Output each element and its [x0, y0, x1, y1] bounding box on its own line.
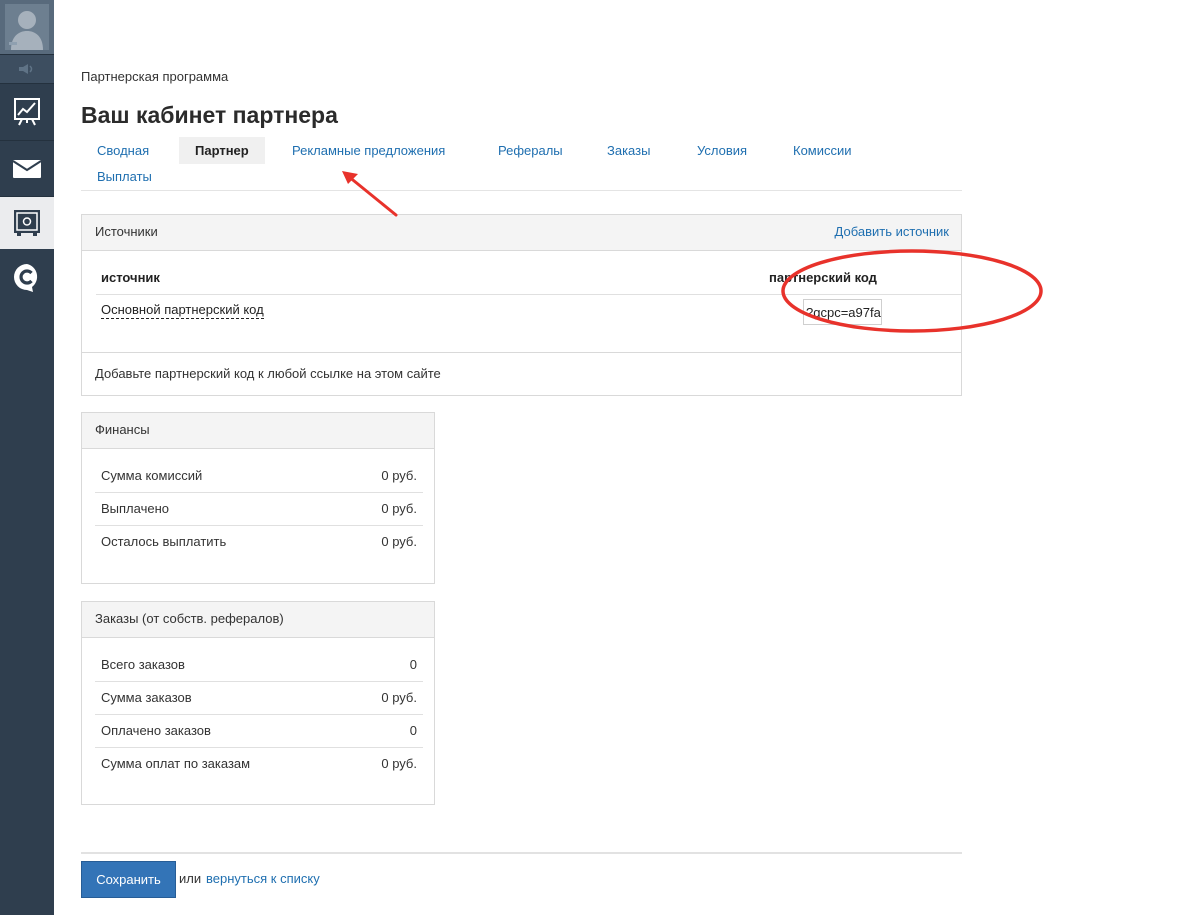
- user-avatar-icon[interactable]: [0, 0, 54, 54]
- form-footer-divider: [81, 852, 962, 854]
- column-header-source: источник: [101, 270, 160, 285]
- annotation-arrow-icon: [342, 171, 398, 217]
- finance-panel-header: Финансы: [82, 413, 434, 449]
- stat-row: Сумма заказов 0 руб.: [95, 682, 423, 715]
- add-source-link[interactable]: Добавить источник: [835, 215, 949, 249]
- stat-value: 0 руб.: [381, 468, 417, 483]
- stat-value: 0 руб.: [381, 690, 417, 705]
- stat-row: Осталось выплатить 0 руб.: [95, 526, 423, 559]
- stat-label: Сумма заказов: [101, 690, 192, 705]
- tab-bar: Сводная Партнер Рекламные предложения Ре…: [81, 136, 962, 191]
- orders-title: Заказы (от собств. рефералов): [95, 611, 284, 626]
- sound-icon[interactable]: [0, 54, 54, 84]
- stat-row: Выплачено 0 руб.: [95, 493, 423, 526]
- stat-label: Сумма оплат по заказам: [101, 756, 251, 771]
- or-text: или: [179, 871, 202, 886]
- breadcrumb[interactable]: Партнерская программа: [81, 69, 228, 84]
- left-sidebar: [0, 0, 54, 915]
- stat-row: Сумма комиссий 0 руб.: [95, 460, 423, 493]
- stat-label: Осталось выплатить: [101, 534, 227, 549]
- tab-conditions[interactable]: Условия: [681, 137, 763, 164]
- orders-panel-header: Заказы (от собств. рефералов): [82, 602, 434, 638]
- stat-label: Всего заказов: [101, 657, 185, 672]
- tab-summary[interactable]: Сводная: [81, 137, 165, 164]
- save-button[interactable]: Сохранить: [81, 861, 176, 898]
- finance-list: Сумма комиссий 0 руб. Выплачено 0 руб. О…: [95, 460, 423, 559]
- stat-value: 0 руб.: [381, 534, 417, 549]
- page-title: Ваш кабинет партнера: [81, 102, 338, 128]
- tab-ad-offers[interactable]: Рекламные предложения: [276, 137, 461, 164]
- tab-partner[interactable]: Партнер: [179, 137, 265, 164]
- stat-value: 0: [409, 723, 417, 738]
- stat-label: Сумма комиссий: [101, 468, 203, 483]
- back-to-list-link[interactable]: вернуться к списку: [206, 871, 320, 886]
- chart-board-icon[interactable]: [0, 84, 54, 141]
- mail-icon[interactable]: [0, 141, 54, 197]
- tab-referrals[interactable]: Рефералы: [482, 137, 579, 164]
- stat-row: Всего заказов 0: [95, 649, 423, 682]
- sources-panel-header: Источники Добавить источник: [82, 215, 961, 251]
- tab-orders[interactable]: Заказы: [591, 137, 666, 164]
- annotation-ellipse-icon: [781, 249, 1043, 333]
- source-name-main[interactable]: Основной партнерский код: [101, 302, 264, 319]
- c-logo-icon[interactable]: [0, 249, 54, 306]
- tab-commissions[interactable]: Комиссии: [777, 137, 868, 164]
- tab-payouts[interactable]: Выплаты: [81, 163, 168, 190]
- stat-label: Выплачено: [101, 501, 169, 516]
- sources-hint: Добавьте партнерский код к любой ссылке …: [82, 352, 961, 396]
- finance-panel: Финансы Сумма комиссий 0 руб. Выплачено …: [81, 412, 435, 584]
- sources-title: Источники: [95, 224, 158, 239]
- stat-value: 0 руб.: [381, 501, 417, 516]
- stat-label: Оплачено заказов: [101, 723, 211, 738]
- stat-value: 0 руб.: [381, 756, 417, 771]
- stat-row: Оплачено заказов 0: [95, 715, 423, 748]
- orders-list: Всего заказов 0 Сумма заказов 0 руб. Опл…: [95, 649, 423, 781]
- finance-title: Финансы: [95, 422, 150, 437]
- stat-row: Сумма оплат по заказам 0 руб.: [95, 748, 423, 781]
- orders-panel: Заказы (от собств. рефералов) Всего зака…: [81, 601, 435, 805]
- safe-icon[interactable]: [0, 197, 54, 249]
- stat-value: 0: [409, 657, 417, 672]
